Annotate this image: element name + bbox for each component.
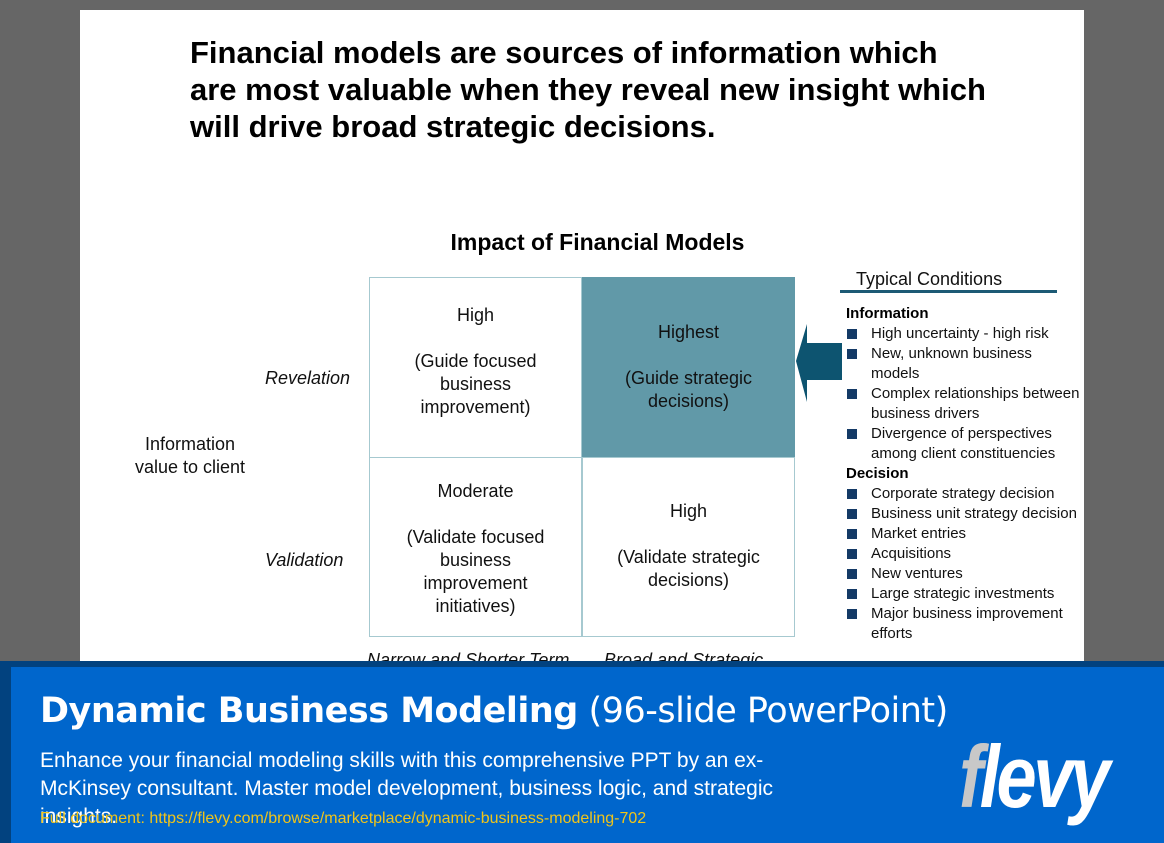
- matrix-cell-top-right-highlighted: Highest (Guide strategic decisions): [582, 277, 795, 458]
- slide: Financial models are sources of informat…: [80, 10, 1084, 670]
- promo-banner: Dynamic Business Modeling (96-slide Powe…: [0, 661, 1164, 843]
- banner-title: Dynamic Business Modeling (96-slide Powe…: [40, 691, 948, 731]
- list-item: New, unknown business models: [846, 344, 1084, 384]
- conditions-title: Typical Conditions: [840, 268, 1057, 293]
- list-item: Market entries: [846, 524, 1084, 544]
- matrix-cell-bottom-left: Moderate (Validate focused business impr…: [369, 457, 582, 637]
- decision-list: Corporate strategy decision Business uni…: [846, 484, 1084, 644]
- section-heading-information: Information: [846, 305, 929, 322]
- cell-level: Highest: [657, 321, 720, 342]
- y-axis-title: Information value to client: [134, 434, 246, 477]
- list-item: Acquisitions: [846, 544, 1084, 564]
- cell-description: (Validate strategic decisions): [617, 546, 760, 590]
- cell-level: High: [669, 500, 708, 521]
- banner-title-light: (96-slide PowerPoint): [588, 691, 949, 731]
- information-list: High uncertainty - high risk New, unknow…: [846, 324, 1084, 464]
- list-item: Corporate strategy decision: [846, 484, 1084, 504]
- list-item: Divergence of perspectives among client …: [846, 424, 1084, 464]
- banner-title-bold: Dynamic Business Modeling: [40, 691, 578, 731]
- row-label-revelation: Revelation: [265, 368, 351, 388]
- left-arrow-icon: [796, 324, 842, 402]
- flevy-logo[interactable]: flevy: [959, 732, 1110, 822]
- slide-headline: Financial models are sources of informat…: [190, 35, 986, 144]
- list-item: High uncertainty - high risk: [846, 324, 1084, 344]
- list-item: Complex relationships between business d…: [846, 384, 1084, 424]
- cell-level: High: [456, 305, 495, 325]
- list-item: Major business improvement efforts: [846, 604, 1084, 644]
- cell-description: (Guide focused business improvement): [414, 351, 537, 417]
- matrix-cell-bottom-right: High (Validate strategic decisions): [582, 457, 795, 637]
- list-item: Large strategic investments: [846, 584, 1084, 604]
- impact-matrix: High (Guide focused business improvement…: [369, 277, 795, 637]
- cell-level: Moderate: [437, 480, 514, 501]
- chart-title: Impact of Financial Models: [450, 229, 745, 255]
- section-heading-decision: Decision: [846, 465, 909, 482]
- full-document-link[interactable]: Full document: https://flevy.com/browse/…: [40, 810, 646, 828]
- list-item: Business unit strategy decision: [846, 504, 1084, 524]
- cell-description: (Guide strategic decisions): [624, 367, 753, 411]
- matrix-cell-top-left: High (Guide focused business improvement…: [369, 277, 582, 458]
- cell-description: (Validate focused business improvement i…: [406, 526, 545, 616]
- typical-conditions-panel: Typical Conditions Information High unce…: [840, 268, 1084, 644]
- row-label-validation: Validation: [265, 550, 344, 570]
- list-item: New ventures: [846, 564, 1084, 584]
